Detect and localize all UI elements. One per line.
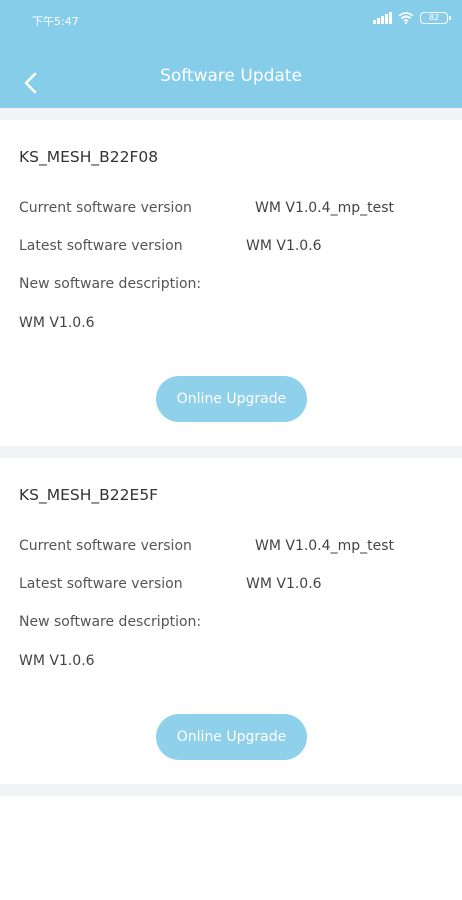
online-upgrade-button[interactable]: Online Upgrade (156, 376, 307, 422)
status-icons: 82 (373, 12, 451, 24)
latest-version-label: Latest software version (19, 238, 183, 254)
section-divider (0, 784, 462, 796)
online-upgrade-button[interactable]: Online Upgrade (156, 714, 307, 760)
battery-icon: 82 (420, 12, 451, 24)
status-time: 下午5:47 (32, 15, 79, 28)
description-label: New software description: (19, 276, 202, 292)
back-button[interactable] (14, 66, 48, 100)
latest-version-value: WM V1.0.6 (246, 576, 322, 592)
device-name: KS_MESH_B22E5F (19, 486, 159, 504)
device-name: KS_MESH_B22F08 (19, 148, 159, 166)
chevron-left-icon (24, 72, 37, 94)
signal-icon (373, 12, 392, 24)
section-divider (0, 108, 462, 120)
description-value: WM V1.0.6 (19, 315, 95, 331)
section-divider (0, 446, 462, 458)
current-version-value: WM V1.0.4_mp_test (255, 538, 394, 554)
description-label: New software description: (19, 614, 202, 630)
description-value: WM V1.0.6 (19, 653, 95, 669)
latest-version-label: Latest software version (19, 576, 183, 592)
current-version-label: Current software version (19, 200, 192, 216)
device-card: KS_MESH_B22E5F Current software version … (0, 458, 462, 784)
header: 下午5:47 82 Software Update (0, 0, 462, 108)
device-card: KS_MESH_B22F08 Current software version … (0, 120, 462, 446)
current-version-label: Current software version (19, 538, 192, 554)
device-list: KS_MESH_B22F08 Current software version … (0, 108, 462, 900)
status-bar: 下午5:47 82 (0, 0, 462, 40)
wifi-icon (398, 12, 414, 24)
current-version-value: WM V1.0.4_mp_test (255, 200, 394, 216)
latest-version-value: WM V1.0.6 (246, 238, 322, 254)
page-title: Software Update (160, 66, 302, 86)
